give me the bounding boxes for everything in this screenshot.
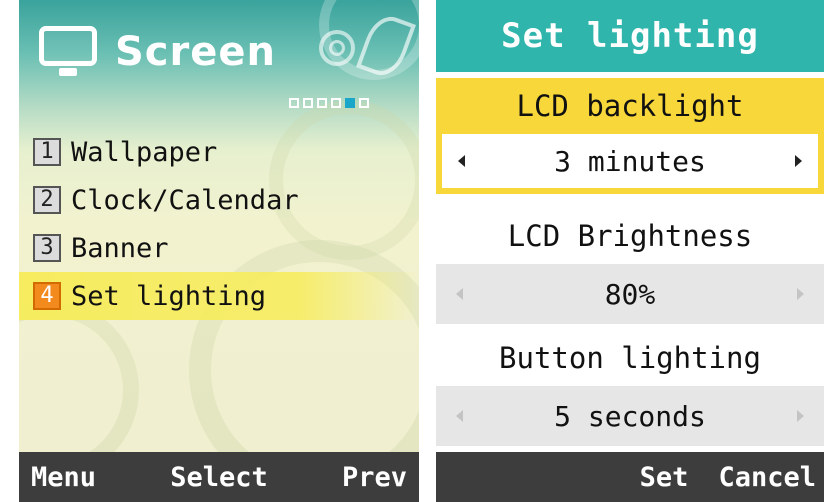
monitor-icon <box>39 26 97 78</box>
cancel-softkey[interactable]: Cancel <box>718 462 816 493</box>
menu-item-label: Wallpaper <box>71 136 218 168</box>
lcd-backlight-selector[interactable]: 3 minutes <box>436 134 824 194</box>
prev-softkey[interactable]: Prev <box>342 462 407 493</box>
menu-softkey[interactable]: Menu <box>31 462 96 493</box>
right-arrow-icon[interactable] <box>797 410 804 422</box>
panel-title: Set lighting <box>501 16 759 56</box>
lcd-backlight-value: 3 minutes <box>554 144 706 178</box>
button-lighting-value: 5 seconds <box>554 399 706 433</box>
button-lighting-label: Button lighting <box>499 341 761 375</box>
menu-item-set-lighting[interactable]: 4 Set lighting <box>19 272 419 320</box>
page-dot-active <box>345 98 355 108</box>
lcd-backlight-label: LCD backlight <box>436 78 824 134</box>
set-softkey[interactable]: Set <box>640 462 689 493</box>
page-title: Screen <box>115 29 276 75</box>
page-dot <box>303 98 313 108</box>
number-badge: 2 <box>33 186 61 214</box>
menu-item-label: Clock/Calendar <box>71 184 299 216</box>
menu-item-banner[interactable]: 3 Banner <box>19 224 419 272</box>
left-arrow-icon[interactable] <box>456 288 463 300</box>
softkey-bar: Set Cancel <box>436 452 824 502</box>
page-dot <box>289 98 299 108</box>
menu-item-label: Set lighting <box>71 280 267 312</box>
left-arrow-icon[interactable] <box>458 155 465 167</box>
number-badge: 1 <box>33 138 61 166</box>
select-softkey[interactable]: Select <box>170 462 268 493</box>
screen-menu-panel: Screen 1 Wallpaper 2 Clock/Calendar 3 Ba… <box>19 0 419 502</box>
button-lighting-selector[interactable]: 5 seconds <box>436 386 824 446</box>
right-arrow-icon[interactable] <box>797 288 804 300</box>
menu-list: 1 Wallpaper 2 Clock/Calendar 3 Banner 4 … <box>19 128 419 320</box>
menu-item-label: Banner <box>71 232 169 264</box>
page-indicator <box>289 98 369 108</box>
lcd-brightness-value: 80% <box>604 277 656 311</box>
lcd-brightness-selector[interactable]: 80% <box>436 264 824 324</box>
number-badge: 3 <box>33 234 61 262</box>
title-bar: Set lighting <box>436 0 824 72</box>
page-dot <box>331 98 341 108</box>
number-badge: 4 <box>33 282 61 310</box>
decorative-swirl-icon <box>329 40 345 56</box>
right-arrow-icon[interactable] <box>795 155 802 167</box>
softkey-bar: Menu Select Prev <box>19 452 419 502</box>
menu-item-wallpaper[interactable]: 1 Wallpaper <box>19 128 419 176</box>
page-dot <box>317 98 327 108</box>
screen-header: Screen <box>39 22 276 82</box>
menu-item-clock-calendar[interactable]: 2 Clock/Calendar <box>19 176 419 224</box>
lcd-brightness-label: LCD Brightness <box>507 219 753 253</box>
set-lighting-panel: Set lighting LCD backlight 3 minutes LCD… <box>436 0 824 502</box>
left-arrow-icon[interactable] <box>456 410 463 422</box>
page-dot <box>359 98 369 108</box>
